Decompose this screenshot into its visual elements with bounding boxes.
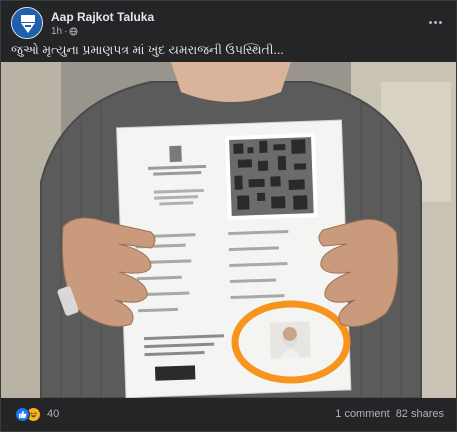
facebook-post-card: Aap Rajkot Taluka 1h · જુઓ મૃત્યુના પ્રમ… [0, 0, 457, 432]
globe-icon[interactable] [69, 27, 79, 36]
shares-count-link[interactable]: 82 shares [396, 408, 444, 420]
reaction-count: 40 [47, 408, 60, 420]
reaction-summary[interactable]: 40 [15, 406, 59, 422]
post-meta: 1h · [51, 26, 79, 37]
more-dot [438, 20, 442, 24]
page-name-link[interactable]: Aap Rajkot Taluka [51, 10, 154, 24]
like-icon [15, 406, 30, 422]
more-dot [433, 20, 437, 24]
more-options-button[interactable] [424, 15, 446, 29]
photo-certificate-illustration [1, 62, 456, 398]
more-horizontal-icon [428, 20, 432, 24]
post-header: Aap Rajkot Taluka 1h · [11, 7, 448, 39]
thumbs-up-icon [18, 410, 27, 418]
aap-logo-icon [12, 8, 42, 38]
page-avatar[interactable] [11, 7, 43, 39]
meta-separator: · [64, 26, 68, 37]
post-text: જુઓ મૃત્યુના પ્રમાણપત્ર માં ખુદ યમરાજની … [11, 43, 284, 57]
comments-count-link[interactable]: 1 comment [335, 408, 389, 420]
post-photo[interactable] [1, 62, 456, 398]
engagement-stats: 1 comment 82 shares [335, 408, 444, 420]
post-timestamp[interactable]: 1h [51, 26, 62, 37]
